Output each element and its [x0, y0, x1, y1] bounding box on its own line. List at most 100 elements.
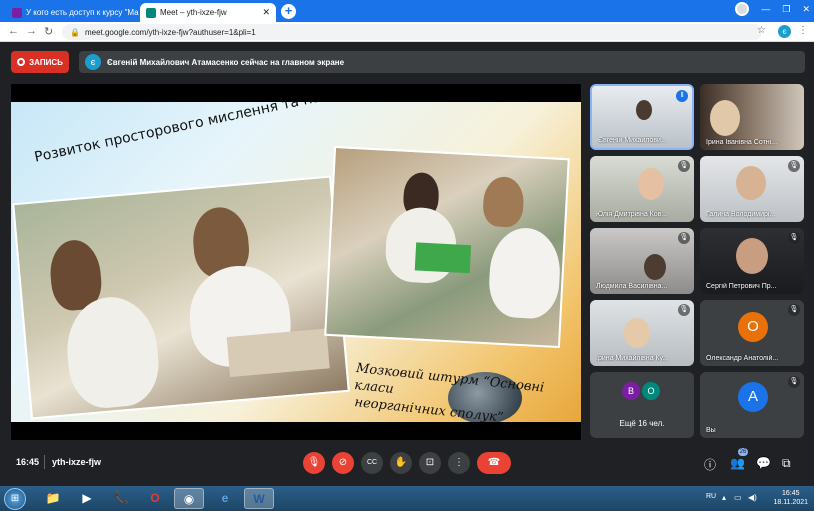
more-options-button[interactable]: ⋮ [448, 452, 470, 474]
close-icon[interactable]: ✕ [262, 7, 270, 18]
meeting-time: 16:45 [16, 457, 40, 467]
maximize-icon[interactable]: ❐ [782, 4, 790, 15]
mic-off-icon: 🎙 [788, 376, 800, 388]
record-label: ЗАПИСЬ [29, 57, 63, 67]
bookmark-star-icon[interactable]: ☆ [757, 25, 766, 36]
internet-explorer-icon[interactable]: e [210, 488, 240, 509]
mic-toggle-button[interactable]: 🎙 [303, 452, 325, 474]
record-button[interactable]: ЗАПИСЬ [11, 51, 69, 73]
participant-tile[interactable]: 🎙 Сергій Петрович Пр... [700, 228, 804, 294]
classroom-photo-left [12, 175, 350, 420]
leave-call-button[interactable]: ☎ [477, 452, 511, 474]
participant-tile[interactable]: 🎙 Юлія Дмитрівна Ков... [590, 156, 694, 222]
word-icon[interactable]: W [244, 488, 274, 509]
mic-off-icon: 🎙 [678, 160, 690, 172]
captions-button[interactable]: CC [361, 452, 383, 474]
participant-grid: ⦀ Євгеній Михайлови... Ірина Іванівна Со… [590, 84, 806, 440]
speaking-icon: ⦀ [676, 90, 688, 102]
participant-name: Сергій Петрович Пр... [706, 283, 777, 290]
meeting-controls: 16:45 yth-ixze-fjw 🎙 ⊘ CC ✋ ⊡ ⋮ ☎ ⓘ 26 👥… [0, 440, 814, 486]
participant-avatar: О [738, 312, 768, 342]
participant-avatar: О [642, 382, 660, 400]
forward-icon[interactable]: → [26, 25, 37, 37]
participant-tile[interactable]: ⦀ Євгеній Михайлови... [590, 84, 694, 150]
participant-avatar: В [622, 382, 640, 400]
back-icon[interactable]: ← [8, 25, 19, 37]
meeting-code: yth-ixze-fjw [52, 457, 102, 467]
opera-icon[interactable]: O [140, 488, 170, 509]
mic-off-icon: 🎙 [678, 232, 690, 244]
explorer-icon[interactable]: 📁 [38, 488, 68, 509]
tab-title: Meet – yth-ixze-fjw [160, 8, 227, 17]
more-participants-label: Ещё 16 чел. [619, 419, 665, 428]
clock-date: 18.11.2021 [773, 499, 808, 506]
participant-name: Олександр Анатолій... [706, 355, 779, 362]
url-text: meet.google.com/yth-ixze-fjw?authuser=1&… [84, 27, 256, 37]
reload-icon[interactable]: ↻ [44, 25, 53, 38]
participant-avatar: А [738, 382, 768, 412]
camera-toggle-button[interactable]: ⊘ [332, 452, 354, 474]
student-figure [482, 175, 525, 228]
raise-hand-button[interactable]: ✋ [390, 452, 412, 474]
presenting-text: Євгеній Михайлович Атамасенко сейчас на … [107, 57, 345, 67]
url-input[interactable]: 🔒 meet.google.com/yth-ixze-fjw?authuser=… [62, 24, 762, 40]
minimize-icon[interactable]: — [761, 4, 770, 14]
activities-icon[interactable]: ⧉ [782, 456, 791, 471]
start-button[interactable]: ⊞ [4, 488, 26, 510]
media-player-icon[interactable]: ▶ [72, 488, 102, 509]
participant-name: Ірина Іванівна Сотні... [706, 139, 778, 146]
participant-face [638, 168, 664, 200]
new-tab-button[interactable]: + [281, 4, 296, 19]
chrome-icon[interactable]: ◉ [174, 488, 204, 509]
info-icon[interactable]: ⓘ [704, 456, 716, 473]
tab-title: У кого есть доступ к курсу "Ма [26, 8, 139, 17]
chat-icon[interactable]: 💬 [756, 456, 771, 470]
participant-name: Юлія Дмитрівна Ков... [596, 211, 668, 218]
slide-title-1: Розвиток просторового мислення та пам’ят… [33, 102, 362, 166]
participant-count-badge: 26 [738, 448, 748, 456]
tab-meet[interactable]: Meet – yth-ixze-fjw ✕ [140, 3, 276, 22]
close-window-icon[interactable]: ✕ [802, 4, 810, 15]
participant-tile[interactable]: О 🎙 Олександр Анатолій... [700, 300, 804, 366]
volume-icon[interactable]: ◀) [748, 493, 757, 502]
people-icon[interactable]: 👥 [730, 456, 745, 470]
clock-time: 16:45 [781, 490, 800, 497]
viber-icon[interactable]: 📞 [106, 488, 136, 509]
participant-tile[interactable]: 🎙 Ірина Михайлівна Ку... [590, 300, 694, 366]
participant-face [736, 166, 766, 200]
menu-icon[interactable]: ⋮ [798, 25, 808, 36]
classroom-icon [12, 7, 22, 18]
participant-face [644, 254, 666, 280]
molecule-kit [226, 328, 330, 378]
participant-tile[interactable]: Ірина Іванівна Сотні... [700, 84, 804, 150]
tab-classroom[interactable]: У кого есть доступ к курсу "Ма ✕ [6, 3, 140, 22]
presentation-slide: Розвиток просторового мислення та пам’ят… [11, 102, 581, 422]
window-controls: — ❐ ✕ [735, 2, 810, 16]
profile-icon[interactable] [735, 2, 750, 16]
student-figure [487, 226, 563, 320]
divider [44, 455, 45, 469]
lock-icon: 🔒 [70, 27, 80, 37]
participant-tile[interactable]: 🎙 Галина Володимирі... [700, 156, 804, 222]
network-icon[interactable]: ▭ [734, 493, 742, 502]
mic-off-icon: 🎙 [788, 160, 800, 172]
participant-name: Вы [706, 427, 716, 434]
participant-face [736, 238, 768, 274]
participant-name: Євгеній Михайлови... [598, 137, 667, 144]
participant-face [624, 318, 650, 348]
participant-tile[interactable]: 🎙 Людмила Василівна... [590, 228, 694, 294]
profile-avatar[interactable]: є [778, 25, 791, 38]
more-participants-tile[interactable]: В О Ещё 16 чел. [590, 372, 694, 438]
meet-icon [146, 7, 156, 18]
tab-bar: У кого есть доступ к курсу "Ма ✕ Meet – … [0, 0, 814, 22]
address-bar: ← → ↻ 🔒 meet.google.com/yth-ixze-fjw?aut… [0, 22, 814, 42]
self-tile[interactable]: А 🎙 Вы [700, 372, 804, 438]
presenting-banner: є Євгеній Михайлович Атамасенко сейчас н… [79, 51, 805, 73]
game-board [414, 242, 472, 274]
participant-name: Ірина Михайлівна Ку... [596, 355, 669, 362]
system-clock[interactable]: 16:45 18.11.2021 [773, 489, 808, 507]
participant-face [636, 100, 652, 120]
language-indicator[interactable]: RU [706, 493, 716, 500]
tray-arrow-icon[interactable]: ▴ [722, 493, 726, 502]
present-button[interactable]: ⊡ [419, 452, 441, 474]
